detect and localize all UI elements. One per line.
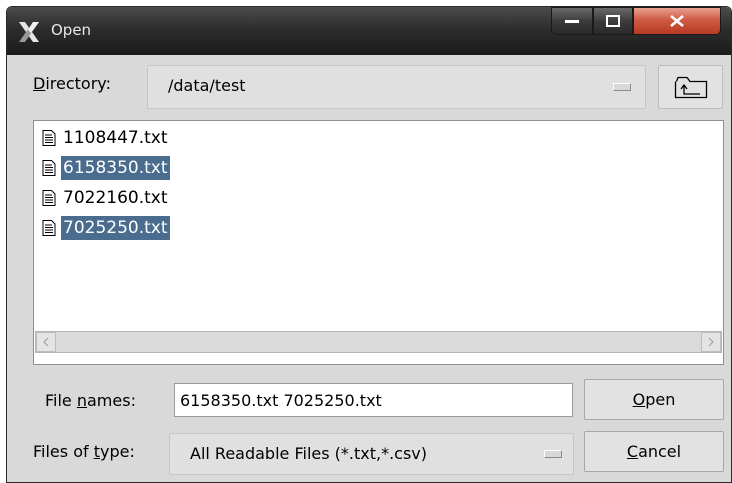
text-file-icon xyxy=(42,190,56,206)
file-type-value: All Readable Files (*.txt,*.csv) xyxy=(190,444,428,463)
close-button[interactable] xyxy=(633,7,721,35)
app-x-icon xyxy=(19,22,39,42)
file-name: 1108447.txt xyxy=(63,128,168,148)
combo-dropdown-icon xyxy=(613,83,631,91)
minimize-icon xyxy=(565,20,579,23)
close-icon xyxy=(670,15,684,27)
text-file-icon xyxy=(42,160,56,176)
arrow-right-icon xyxy=(708,337,714,347)
file-type-label: Files of type: xyxy=(33,442,135,461)
window-title: Open xyxy=(51,21,92,39)
text-file-icon xyxy=(42,130,56,146)
dialog-body: Directory: /data/test 1108447.txt 615835… xyxy=(15,55,724,476)
file-name: 7022160.txt xyxy=(63,188,168,208)
file-list-item[interactable]: 1108447.txt xyxy=(42,126,170,150)
file-names-label: File names: xyxy=(45,391,136,410)
parent-directory-button[interactable] xyxy=(658,65,723,109)
title-bar[interactable]: Open xyxy=(7,7,731,55)
folder-up-icon xyxy=(674,76,707,99)
file-list-item-selected[interactable]: 6158350.txt xyxy=(42,156,170,180)
text-file-icon xyxy=(42,220,56,236)
directory-label: Directory: xyxy=(33,74,111,93)
maximize-button[interactable] xyxy=(593,7,633,35)
file-list[interactable]: 1108447.txt 6158350.txt 7022160.txt 7025… xyxy=(33,120,724,365)
scroll-left-button[interactable] xyxy=(36,332,56,352)
open-dialog-window: Open Directory: /data/test 1108447.txt 6… xyxy=(6,6,732,483)
directory-value: /data/test xyxy=(168,76,246,95)
arrow-left-icon xyxy=(43,337,49,347)
horizontal-scrollbar[interactable] xyxy=(35,331,722,353)
file-type-combo[interactable]: All Readable Files (*.txt,*.csv) xyxy=(169,433,574,475)
cancel-button[interactable]: Cancel xyxy=(584,431,724,472)
file-list-item-selected[interactable]: 7025250.txt xyxy=(42,216,170,240)
open-button[interactable]: Open xyxy=(584,379,724,420)
file-name: 7025250.txt xyxy=(61,216,170,240)
combo-dropdown-icon xyxy=(544,450,562,458)
file-names-input[interactable] xyxy=(174,383,573,417)
file-list-item[interactable]: 7022160.txt xyxy=(42,186,170,210)
directory-combo[interactable]: /data/test xyxy=(147,65,646,109)
minimize-button[interactable] xyxy=(551,7,593,35)
scroll-right-button[interactable] xyxy=(701,332,721,352)
file-name: 6158350.txt xyxy=(61,156,170,180)
maximize-icon xyxy=(606,15,620,27)
